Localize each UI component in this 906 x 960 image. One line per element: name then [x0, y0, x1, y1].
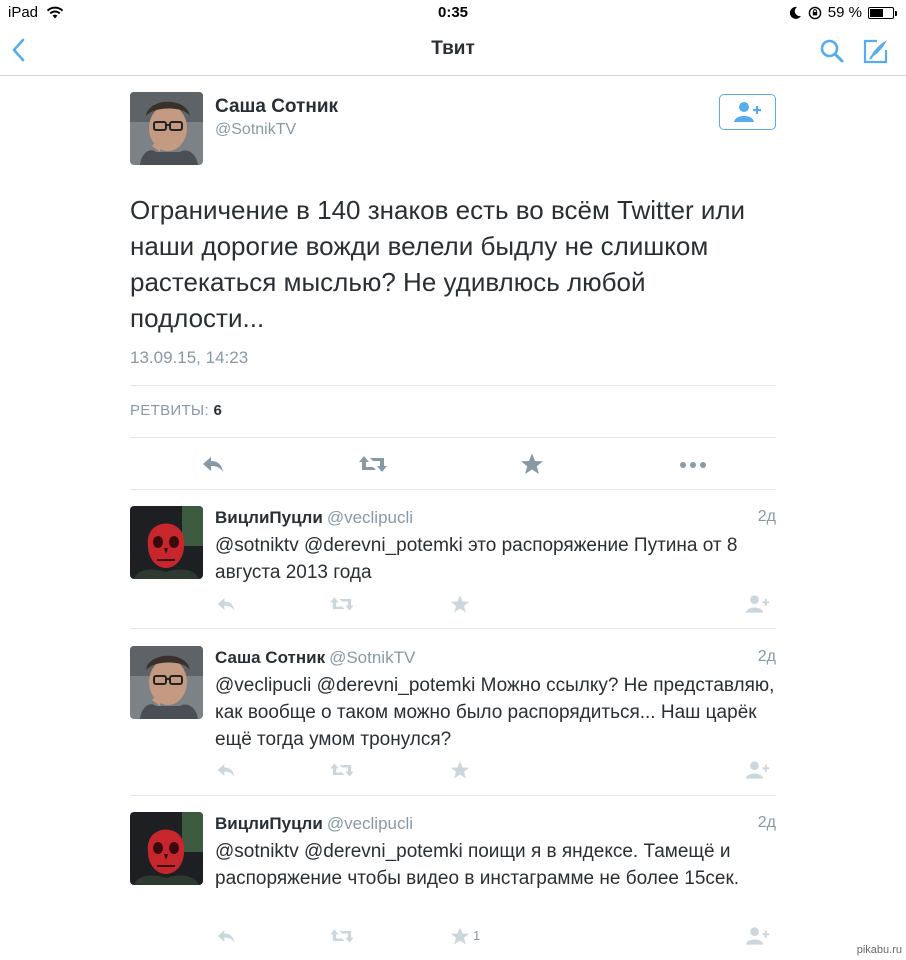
reply-avatar[interactable] — [130, 506, 203, 579]
watermark: pikabu.ru — [856, 944, 902, 956]
divider — [130, 489, 776, 490]
author-name[interactable]: Саша Сотник — [215, 96, 338, 118]
reply-author-handle[interactable]: @veclipucli — [327, 814, 413, 833]
reply-time: 2д — [757, 648, 776, 665]
favorite-count: 1 — [473, 928, 481, 943]
follow-button[interactable] — [719, 94, 776, 130]
author-avatar[interactable] — [130, 92, 203, 165]
rotation-lock-icon — [808, 6, 822, 20]
page-title: Твит — [431, 38, 475, 59]
reply-avatar[interactable] — [130, 812, 203, 885]
battery-icon — [868, 6, 897, 19]
reply-icon — [203, 457, 223, 472]
retweet-button[interactable] — [329, 594, 355, 614]
reply-time: 2д — [757, 508, 776, 525]
reply-author-handle[interactable]: @SotnikTV — [329, 648, 415, 667]
follow-reply-author-button[interactable] — [745, 760, 771, 780]
retweet-button[interactable] — [358, 452, 388, 476]
divider — [130, 437, 776, 438]
divider — [130, 795, 776, 796]
divider — [130, 628, 776, 629]
reply-actions — [215, 760, 776, 782]
tweet-text: Ограничение в 140 знаков есть во всём Tw… — [130, 195, 746, 333]
reply-author-name[interactable]: ВицлиПуцли — [215, 814, 323, 833]
favorite-button[interactable] — [520, 452, 546, 476]
reply-author-handle[interactable]: @veclipucli — [327, 508, 413, 527]
reply-text: @sotniktv @derevni_potemki это распоряже… — [215, 535, 738, 583]
compose-button[interactable] — [860, 36, 890, 66]
favorite-button[interactable] — [450, 926, 470, 946]
retweet-button[interactable] — [329, 926, 355, 946]
battery-percent: 59 % — [827, 4, 862, 21]
reply-header: ВицлиПуцли @veclipucli — [215, 814, 413, 834]
search-button[interactable] — [818, 37, 846, 65]
reply-author-name[interactable]: ВицлиПуцли — [215, 508, 323, 527]
reply-time: 2д — [757, 814, 776, 831]
follow-reply-author-button[interactable] — [745, 594, 771, 614]
add-user-icon — [733, 102, 761, 122]
reply-header: ВицлиПуцли @veclipucli — [215, 508, 413, 528]
search-icon — [820, 39, 844, 63]
tweet-date: 13.09.15, 14:23 — [130, 348, 249, 367]
battery-fill — [870, 8, 883, 17]
retweets-count: 6 — [213, 402, 223, 419]
reply-actions: 1 — [215, 926, 776, 948]
reply-text: @sotniktv @derevni_potemki поищи я в янд… — [215, 841, 740, 889]
reply-button[interactable] — [215, 594, 237, 614]
divider — [130, 385, 776, 386]
reply-button[interactable] — [215, 760, 237, 780]
more-button[interactable] — [678, 452, 708, 476]
reply-icon — [217, 930, 235, 943]
moon-icon — [789, 6, 802, 19]
add-user-icon — [745, 595, 770, 613]
star-icon — [450, 927, 470, 945]
status-time: 0:35 — [437, 4, 469, 21]
tweet-actions — [130, 446, 776, 482]
reply-button[interactable] — [200, 452, 226, 476]
retweet-icon — [330, 597, 354, 611]
reply-text: @veclipucli @derevni_potemki Можно ссылк… — [215, 675, 775, 750]
status-bar: iPad 0:35 59 % — [0, 0, 906, 26]
add-user-icon — [745, 927, 770, 945]
star-icon — [450, 761, 470, 779]
reply-button[interactable] — [215, 926, 237, 946]
reply-header: Саша Сотник @SotnikTV — [215, 648, 415, 668]
retweets-label: РЕТВИТЫ: — [130, 402, 209, 419]
reply-icon — [217, 598, 235, 611]
retweet-icon — [330, 929, 354, 943]
reply-author-name[interactable]: Саша Сотник — [215, 648, 325, 667]
retweet-stats[interactable]: РЕТВИТЫ: 6 — [130, 402, 222, 419]
reply-icon — [217, 764, 235, 777]
add-user-icon — [745, 761, 770, 779]
author-handle[interactable]: @SotnikTV — [215, 121, 296, 139]
favorite-button[interactable] — [450, 594, 470, 614]
reply-avatar[interactable] — [130, 646, 203, 719]
nav-bar: Твит — [0, 26, 906, 76]
retweet-button[interactable] — [329, 760, 355, 780]
compose-icon — [863, 39, 888, 64]
more-dots-icon — [680, 462, 706, 468]
reply-actions — [215, 594, 776, 616]
star-icon — [521, 453, 543, 474]
retweet-icon — [359, 456, 387, 472]
retweet-icon — [330, 763, 354, 777]
favorite-button[interactable] — [450, 760, 470, 780]
star-icon — [450, 595, 470, 613]
follow-reply-author-button[interactable] — [745, 926, 771, 946]
